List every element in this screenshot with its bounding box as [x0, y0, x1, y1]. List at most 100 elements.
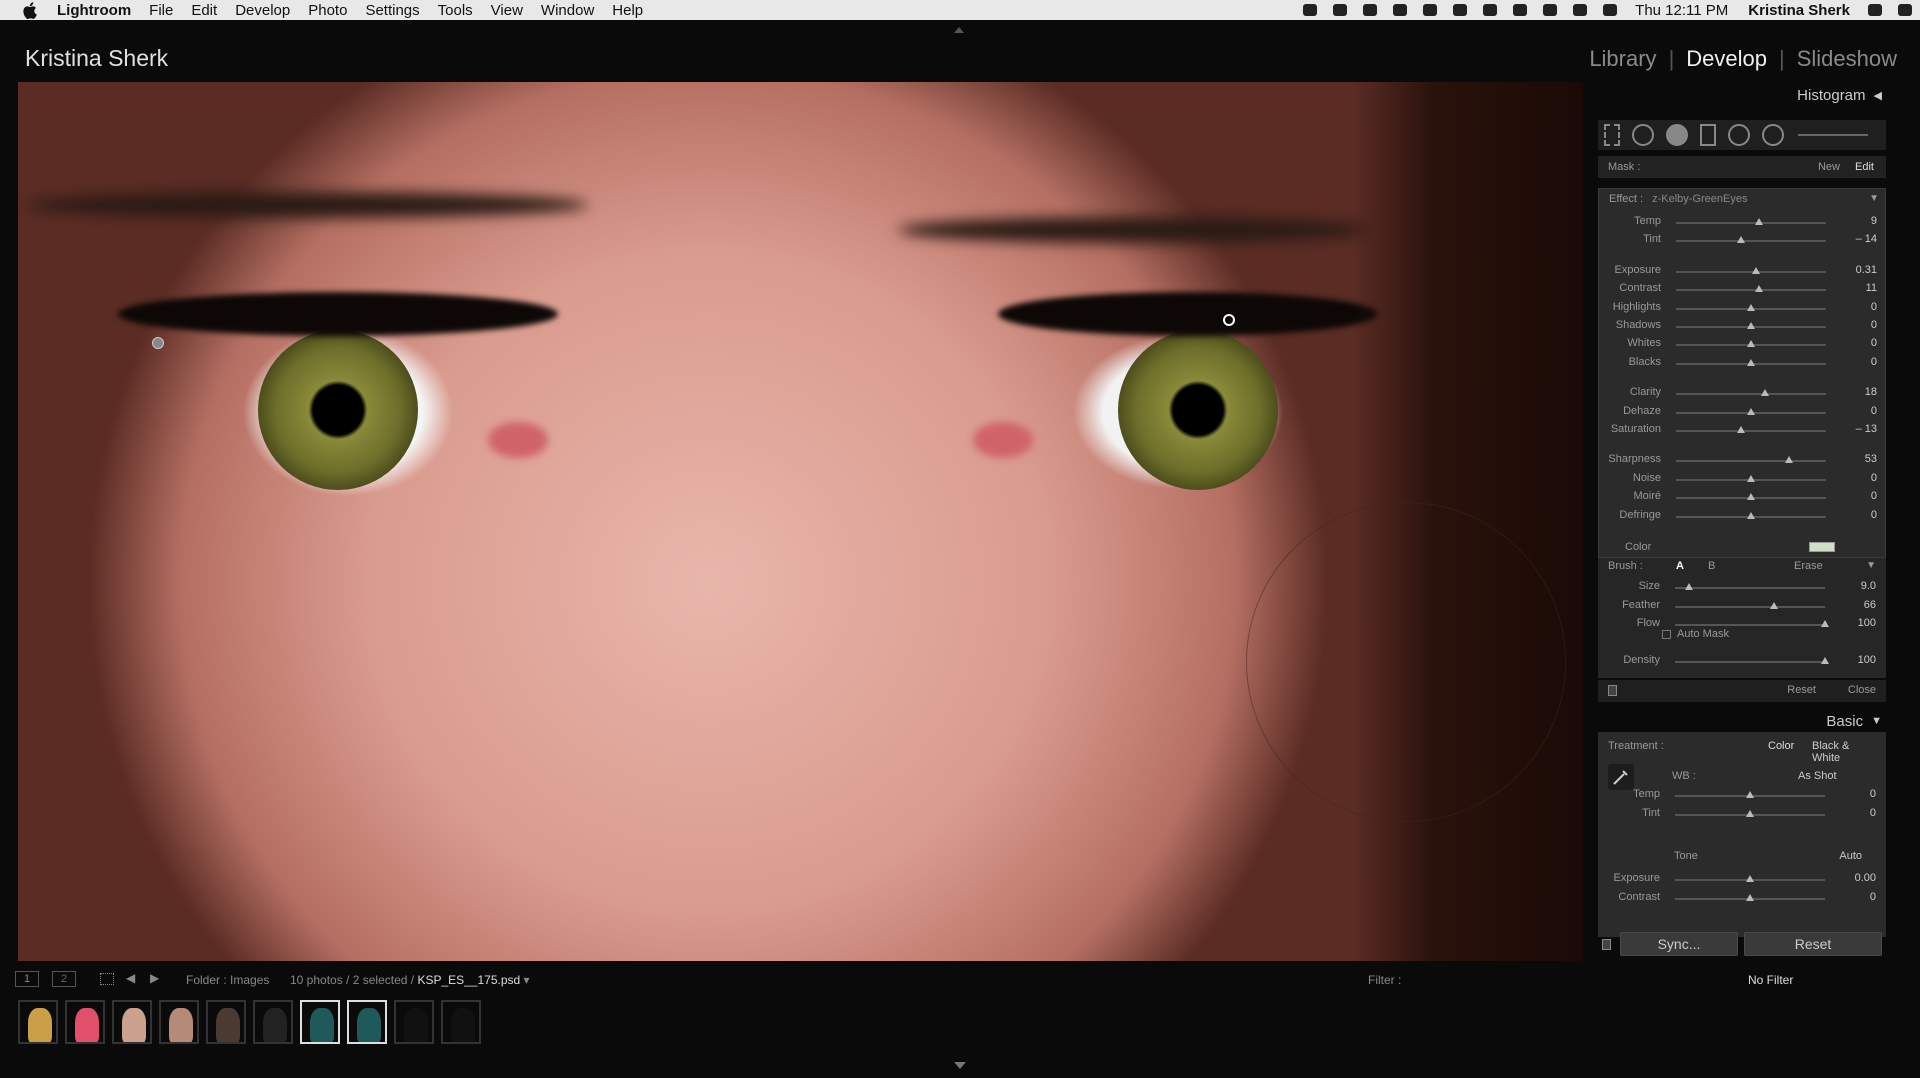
- slider-value[interactable]: 0: [1871, 490, 1877, 502]
- auto-sync-switch[interactable]: [1602, 939, 1611, 950]
- module-library[interactable]: Library: [1589, 46, 1656, 72]
- menu-clock[interactable]: Thu 12:11 PM: [1635, 2, 1728, 19]
- notification-center-icon[interactable]: [1898, 4, 1912, 16]
- sync-icon[interactable]: [1393, 4, 1408, 16]
- effect-collapse-icon[interactable]: ▼: [1869, 193, 1879, 204]
- mask-new-button[interactable]: New: [1818, 161, 1840, 173]
- slider-track[interactable]: [1675, 661, 1825, 663]
- slider-thumb[interactable]: [1746, 809, 1754, 817]
- filmstrip-thumbnail[interactable]: [441, 1000, 481, 1044]
- crop-tool-icon[interactable]: [1604, 124, 1620, 146]
- filmstrip-thumbnail[interactable]: [206, 1000, 246, 1044]
- treatment-bw-button[interactable]: Black & White: [1812, 740, 1878, 764]
- slider-thumb[interactable]: [1746, 875, 1754, 882]
- slider-track[interactable]: [1675, 587, 1825, 589]
- page-1-button[interactable]: 1: [15, 971, 39, 987]
- notes-icon[interactable]: [1363, 4, 1378, 16]
- slider-thumb[interactable]: [1751, 266, 1760, 274]
- basic-header[interactable]: Basic ▼: [1592, 708, 1890, 734]
- slider-track[interactable]: [1675, 605, 1825, 608]
- time-machine-icon[interactable]: [1483, 4, 1498, 16]
- slider-value[interactable]: 0: [1871, 509, 1877, 521]
- filmstrip-thumbnail[interactable]: [159, 1000, 199, 1044]
- tone-auto-button[interactable]: Auto: [1839, 850, 1862, 862]
- slider-track[interactable]: [1676, 289, 1826, 292]
- spotlight-search-icon[interactable]: [1868, 4, 1882, 16]
- chevron-down-icon[interactable]: ▾: [524, 973, 530, 987]
- checkbox-icon[interactable]: [1662, 629, 1671, 639]
- filter-dropdown[interactable]: No Filter: [1748, 973, 1793, 987]
- slider-thumb[interactable]: [1747, 340, 1755, 348]
- effect-color-swatch[interactable]: [1809, 542, 1835, 552]
- module-develop[interactable]: Develop: [1686, 46, 1767, 72]
- page-2-button[interactable]: 2: [52, 971, 76, 987]
- slider-thumb[interactable]: [1684, 583, 1693, 590]
- photo-canvas[interactable]: [18, 82, 1583, 961]
- slider-value[interactable]: 11: [1866, 282, 1877, 294]
- filmstrip-thumbnail[interactable]: [394, 1000, 434, 1044]
- tool-slider[interactable]: [1798, 134, 1868, 136]
- brush-collapse-icon[interactable]: ▼: [1866, 560, 1876, 571]
- slider-thumb[interactable]: [1747, 303, 1755, 311]
- reset-button[interactable]: Reset: [1744, 932, 1882, 956]
- wifi-icon[interactable]: [1513, 4, 1528, 16]
- slider-thumb[interactable]: [1821, 620, 1829, 627]
- effect-preset-dropdown[interactable]: z-Kelby-GreenEyes: [1652, 193, 1747, 205]
- brush-close-button[interactable]: Close: [1848, 684, 1876, 696]
- previous-arrow-icon[interactable]: ◀: [126, 971, 135, 985]
- slider-thumb[interactable]: [1770, 601, 1778, 609]
- slider-value[interactable]: 0: [1870, 807, 1876, 819]
- slider-thumb[interactable]: [1747, 322, 1755, 329]
- slider-track[interactable]: [1676, 222, 1826, 224]
- slider-track[interactable]: [1675, 624, 1825, 626]
- brush-a-button[interactable]: A: [1676, 560, 1684, 572]
- slider-thumb[interactable]: [1784, 456, 1793, 464]
- collapse-left-icon[interactable]: ◀: [1874, 89, 1882, 102]
- basic-collapse-icon[interactable]: ▼: [1871, 715, 1882, 727]
- module-slideshow[interactable]: Slideshow: [1797, 46, 1897, 72]
- menu-app-name[interactable]: Lightroom: [48, 2, 140, 19]
- status-icon[interactable]: [1303, 4, 1318, 16]
- slider-value[interactable]: 0: [1870, 891, 1876, 903]
- slider-thumb[interactable]: [1747, 511, 1755, 519]
- mask-edit-button[interactable]: Edit: [1855, 161, 1874, 173]
- slider-thumb[interactable]: [1747, 493, 1755, 501]
- brush-toggle-switch[interactable]: [1608, 685, 1617, 696]
- slider-value[interactable]: 0: [1870, 788, 1876, 800]
- graduated-filter-tool-icon[interactable]: [1700, 124, 1716, 146]
- filmstrip-thumbnail[interactable]: [112, 1000, 152, 1044]
- slider-track[interactable]: [1676, 393, 1826, 396]
- menu-file[interactable]: File: [140, 2, 182, 19]
- slider-value[interactable]: – 14: [1856, 233, 1877, 245]
- slider-value[interactable]: 0: [1871, 472, 1877, 484]
- slider-value[interactable]: 0: [1871, 356, 1877, 368]
- menu-tools[interactable]: Tools: [429, 2, 482, 19]
- creative-cloud-icon[interactable]: [1333, 4, 1348, 16]
- slider-track[interactable]: [1676, 240, 1826, 243]
- slider-value[interactable]: 100: [1858, 654, 1876, 666]
- menu-settings[interactable]: Settings: [356, 2, 428, 19]
- filmstrip-thumbnail[interactable]: [300, 1000, 340, 1044]
- apple-icon[interactable]: [20, 1, 38, 19]
- wb-dropdown[interactable]: As Shot: [1798, 770, 1837, 782]
- menu-window[interactable]: Window: [532, 2, 603, 19]
- slider-thumb[interactable]: [1746, 791, 1754, 798]
- slider-thumb[interactable]: [1747, 358, 1755, 366]
- brush-reset-button[interactable]: Reset: [1787, 684, 1816, 696]
- volume-icon[interactable]: [1573, 4, 1588, 16]
- eyedropper-icon[interactable]: [1608, 764, 1634, 790]
- slider-thumb[interactable]: [1736, 236, 1745, 244]
- filmstrip-thumbnail[interactable]: [18, 1000, 58, 1044]
- adjustment-brush-tool-icon[interactable]: [1762, 124, 1784, 146]
- slider-value[interactable]: 9.0: [1861, 580, 1876, 592]
- filename-dropdown[interactable]: KSP_ES__175.psd: [417, 973, 520, 987]
- slider-thumb[interactable]: [1754, 285, 1763, 293]
- slider-value[interactable]: 0: [1871, 319, 1877, 331]
- spot-removal-tool-icon[interactable]: [1632, 124, 1654, 146]
- treatment-color-button[interactable]: Color: [1768, 740, 1794, 752]
- menu-view[interactable]: View: [482, 2, 532, 19]
- sync-button[interactable]: Sync...: [1620, 932, 1738, 956]
- slider-thumb[interactable]: [1821, 657, 1829, 664]
- slider-value[interactable]: 0: [1871, 337, 1877, 349]
- brush-b-button[interactable]: B: [1708, 560, 1715, 572]
